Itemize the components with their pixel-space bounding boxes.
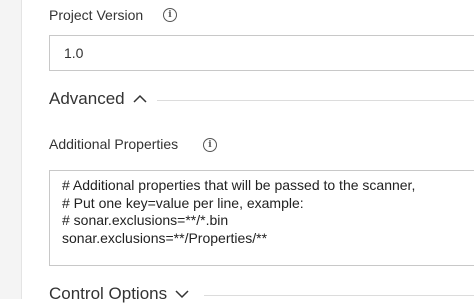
info-icon[interactable]: i bbox=[163, 8, 177, 22]
advanced-section-header[interactable]: Advanced bbox=[49, 89, 147, 109]
chevron-down-icon bbox=[175, 290, 189, 299]
additional-properties-textarea[interactable]: # Additional properties that will be pas… bbox=[49, 170, 474, 266]
project-version-value: 1.0 bbox=[64, 45, 84, 61]
control-options-section-header[interactable]: Control Options bbox=[49, 284, 189, 304]
left-gutter bbox=[0, 0, 22, 299]
project-version-label: Project Version bbox=[49, 7, 144, 23]
advanced-section-divider bbox=[157, 100, 474, 101]
advanced-section-title: Advanced bbox=[49, 89, 125, 108]
chevron-up-icon bbox=[133, 94, 147, 103]
additional-properties-label: Additional Properties bbox=[49, 136, 179, 152]
info-icon[interactable]: i bbox=[203, 138, 217, 152]
control-options-section-title: Control Options bbox=[49, 284, 168, 303]
project-version-input[interactable]: 1.0 bbox=[49, 35, 474, 71]
control-options-section-divider bbox=[204, 295, 474, 296]
